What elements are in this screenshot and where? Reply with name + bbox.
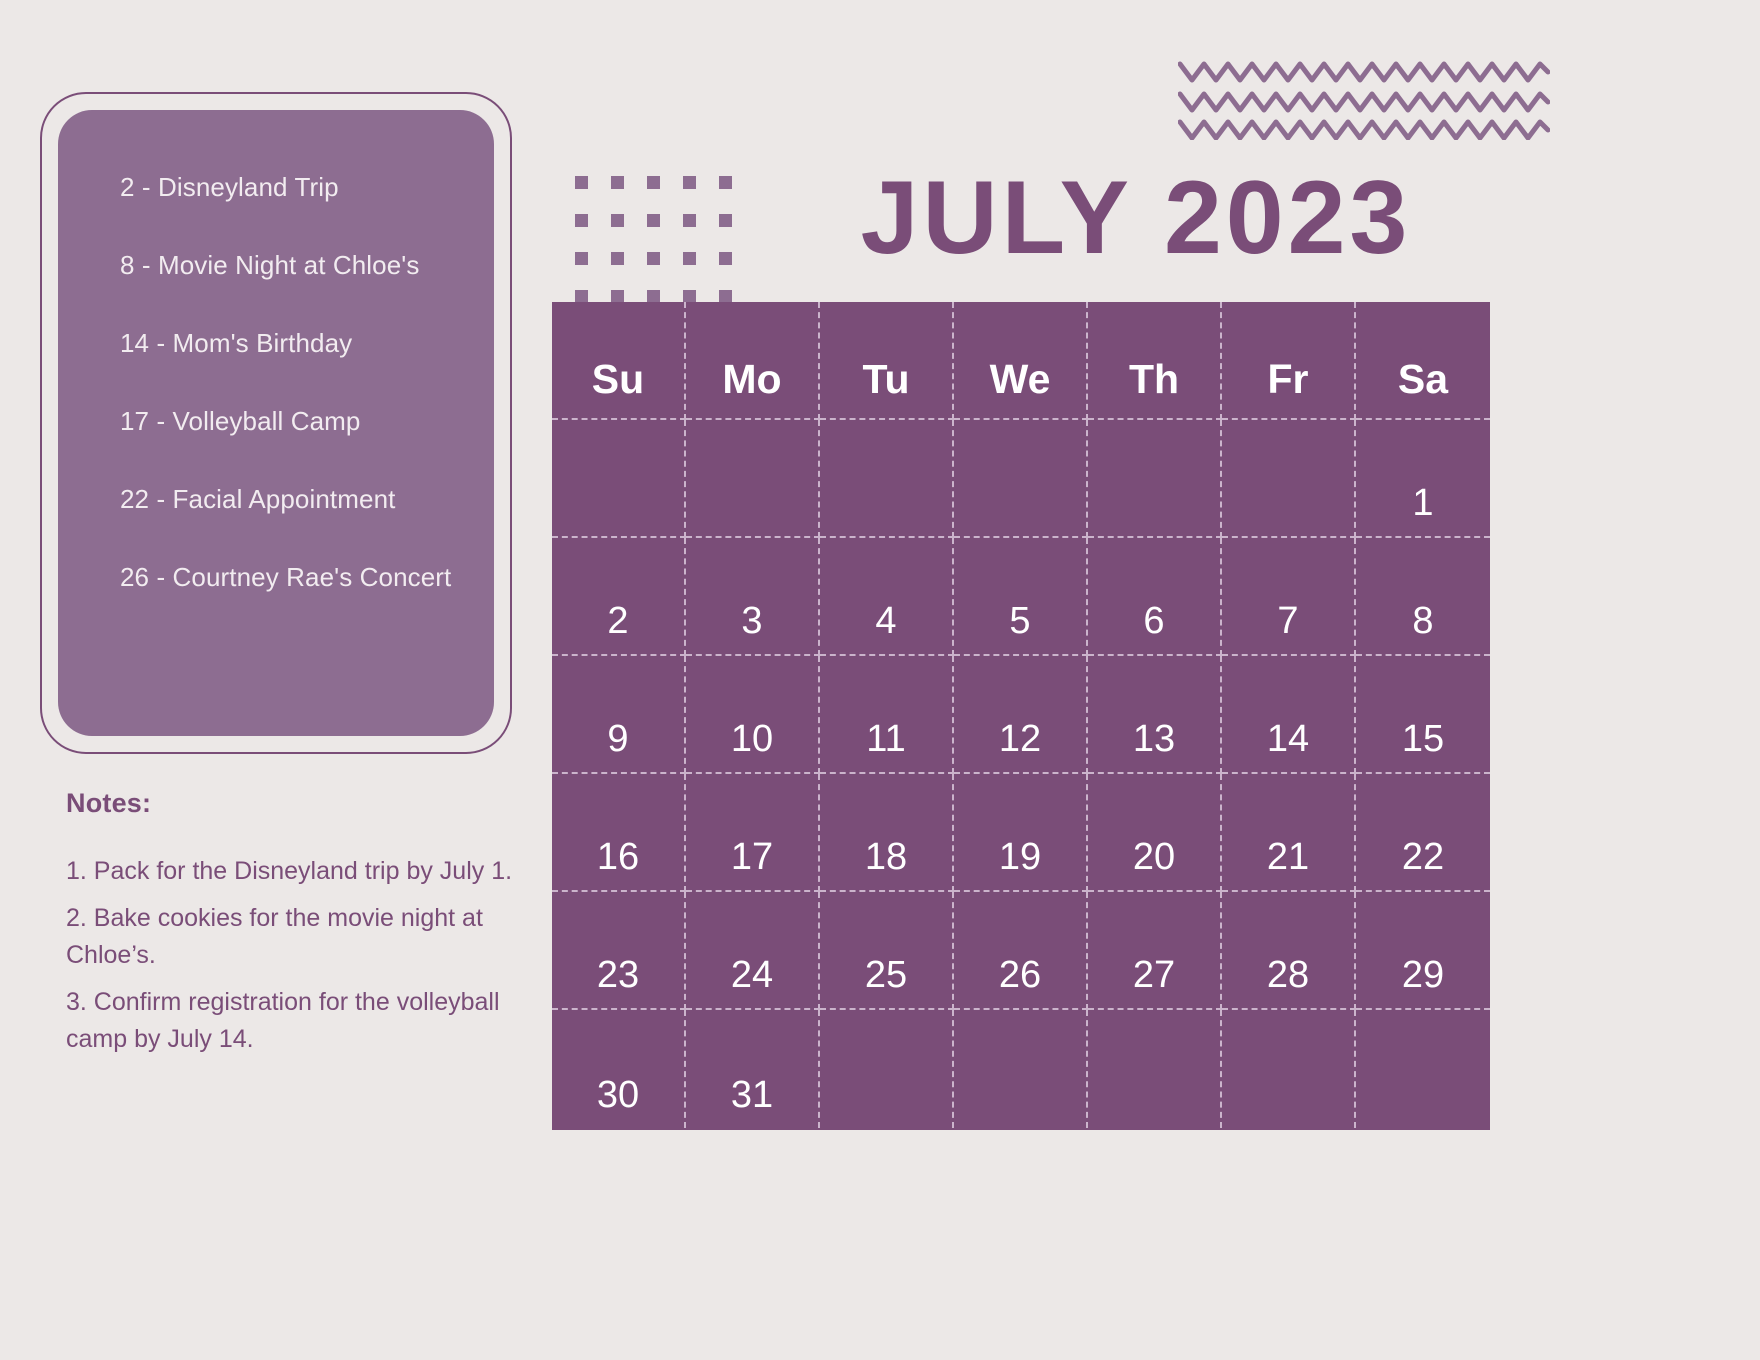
day-cell[interactable]: 4	[820, 538, 954, 656]
dot-icon	[575, 176, 588, 189]
day-cell[interactable]: 28	[1222, 892, 1356, 1010]
day-cell[interactable]: 27	[1088, 892, 1222, 1010]
dot-icon	[575, 214, 588, 227]
dot-icon	[647, 176, 660, 189]
day-cell[interactable]: 13	[1088, 656, 1222, 774]
dot-icon	[611, 214, 624, 227]
page-title: JULY 2023	[860, 160, 1412, 276]
dot-icon	[683, 176, 696, 189]
day-cell[interactable]: 30	[552, 1010, 686, 1128]
events-card: 2 - Disneyland Trip 8 - Movie Night at C…	[58, 110, 494, 736]
day-cell[interactable]: 1	[1356, 420, 1490, 538]
day-cell[interactable]: 14	[1222, 656, 1356, 774]
day-cell[interactable]: 6	[1088, 538, 1222, 656]
day-cell[interactable]: 20	[1088, 774, 1222, 892]
dot-icon	[611, 176, 624, 189]
day-cell[interactable]	[552, 420, 686, 538]
day-cell[interactable]	[820, 420, 954, 538]
day-cell[interactable]	[820, 1010, 954, 1128]
event-list-item: 22 - Facial Appointment	[120, 484, 396, 514]
day-cell[interactable]	[1222, 420, 1356, 538]
day-cell[interactable]: 29	[1356, 892, 1490, 1010]
dot-icon	[647, 252, 660, 265]
dot-icon	[719, 252, 732, 265]
day-cell[interactable]	[954, 420, 1088, 538]
day-cell[interactable]: 2	[552, 538, 686, 656]
note-line: 2. Bake cookies for the movie night at C…	[66, 904, 483, 969]
day-cell[interactable]: 16	[552, 774, 686, 892]
day-cell[interactable]: 7	[1222, 538, 1356, 656]
weekday-header-tu: Tu	[820, 302, 954, 420]
events-card-outline: 2 - Disneyland Trip 8 - Movie Night at C…	[40, 92, 512, 754]
day-cell[interactable]: 12	[954, 656, 1088, 774]
note-line: 1. Pack for the Disneyland trip by July …	[66, 857, 513, 885]
weekday-header-we: We	[954, 302, 1088, 420]
dot-icon	[683, 252, 696, 265]
day-cell[interactable]: 19	[954, 774, 1088, 892]
day-cell[interactable]	[1222, 1010, 1356, 1128]
day-cell[interactable]: 24	[686, 892, 820, 1010]
day-cell[interactable]: 8	[1356, 538, 1490, 656]
day-cell[interactable]: 9	[552, 656, 686, 774]
day-cell[interactable]	[686, 420, 820, 538]
event-list-item: 26 - Courtney Rae's Concert	[120, 562, 452, 592]
zigzag-decoration	[1178, 61, 1550, 140]
event-list-item: 14 - Mom's Birthday	[120, 328, 353, 358]
day-cell[interactable]: 10	[686, 656, 820, 774]
day-cell[interactable]: 23	[552, 892, 686, 1010]
day-cell[interactable]: 22	[1356, 774, 1490, 892]
event-list-item: 8 - Movie Night at Chloe's	[120, 250, 420, 280]
weekday-header-fr: Fr	[1222, 302, 1356, 420]
notes-block: Notes: 1. Pack for the Disneyland trip b…	[66, 788, 516, 1068]
day-cell[interactable]	[1088, 1010, 1222, 1128]
weekday-header-mo: Mo	[686, 302, 820, 420]
dot-icon	[719, 214, 732, 227]
day-cell[interactable]: 15	[1356, 656, 1490, 774]
dot-icon	[647, 214, 660, 227]
note-line: 3. Confirm registration for the volleyba…	[66, 988, 500, 1053]
dot-icon	[575, 252, 588, 265]
event-list-item: 17 - Volleyball Camp	[120, 406, 361, 436]
weekday-header-sa: Sa	[1356, 302, 1490, 420]
weekday-header-su: Su	[552, 302, 686, 420]
day-cell[interactable]	[1088, 420, 1222, 538]
day-cell[interactable]	[1356, 1010, 1490, 1128]
day-cell[interactable]: 31	[686, 1010, 820, 1128]
dot-icon	[719, 176, 732, 189]
dot-icon	[611, 252, 624, 265]
dot-icon	[683, 214, 696, 227]
day-cell[interactable]: 18	[820, 774, 954, 892]
day-cell[interactable]: 17	[686, 774, 820, 892]
weekday-header-th: Th	[1088, 302, 1222, 420]
notes-title: Notes:	[66, 788, 152, 818]
day-cell[interactable]: 3	[686, 538, 820, 656]
day-cell[interactable]: 26	[954, 892, 1088, 1010]
event-list-item: 2 - Disneyland Trip	[120, 172, 339, 202]
day-cell[interactable]: 25	[820, 892, 954, 1010]
day-cell[interactable]: 11	[820, 656, 954, 774]
day-cell[interactable]	[954, 1010, 1088, 1128]
day-cell[interactable]: 21	[1222, 774, 1356, 892]
day-cell[interactable]: 5	[954, 538, 1088, 656]
calendar-grid: Su Mo Tu We Th Fr Sa 1 2 3 4 5 6 7 8 9 1…	[552, 302, 1490, 1130]
